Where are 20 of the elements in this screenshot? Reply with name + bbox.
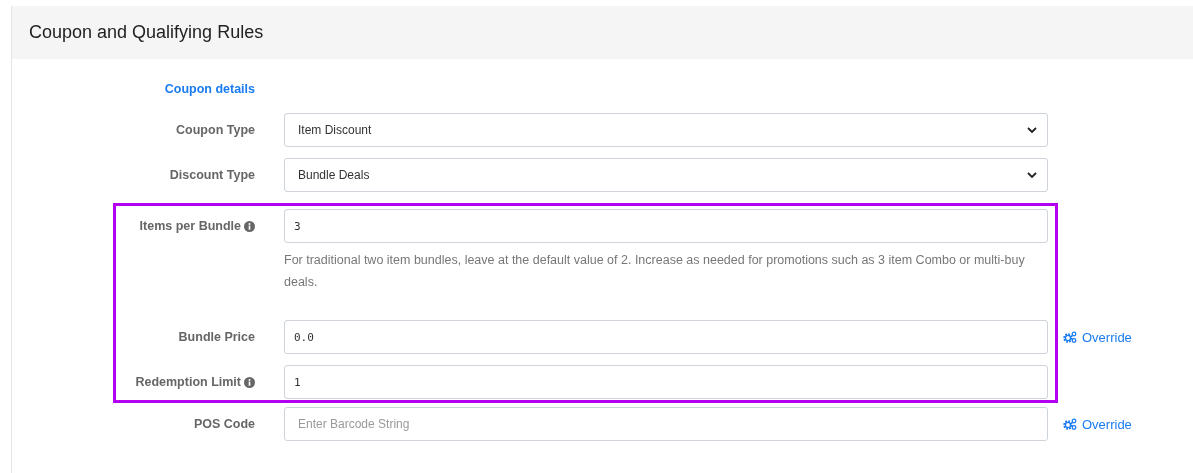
override-link[interactable]: Override bbox=[1063, 407, 1193, 441]
field-label: Items per Bundle bbox=[139, 219, 241, 233]
field-label: Redemption Limit bbox=[135, 375, 241, 389]
field-label: Discount Type bbox=[169, 168, 255, 182]
input-field[interactable]: 0.0 bbox=[284, 320, 1048, 354]
field-label: Coupon Type bbox=[176, 123, 255, 137]
select-field[interactable]: Bundle Deals bbox=[284, 158, 1048, 192]
chevron-down-icon bbox=[1027, 126, 1037, 134]
help-text: For traditional two item bundles, leave at the default value of 2. Increase as needed for promotions such as 3 item Combo or multi-buy deals. bbox=[284, 252, 1026, 291]
input-field[interactable]: 3 bbox=[284, 209, 1048, 243]
gears-icon bbox=[1063, 331, 1077, 343]
field-label: Bundle Price bbox=[178, 330, 255, 344]
select-field[interactable]: Item Discount bbox=[284, 113, 1048, 147]
field-label: POS Code bbox=[193, 417, 255, 431]
chevron-down-icon bbox=[1027, 171, 1037, 179]
gears-icon bbox=[1063, 418, 1077, 430]
override-link[interactable]: Override bbox=[1063, 320, 1132, 354]
section-link[interactable]: Coupon details bbox=[164, 82, 255, 96]
panel-title: Coupon and Qualifying Rules bbox=[29, 22, 264, 43]
input-field[interactable]: 1 bbox=[284, 365, 1048, 399]
